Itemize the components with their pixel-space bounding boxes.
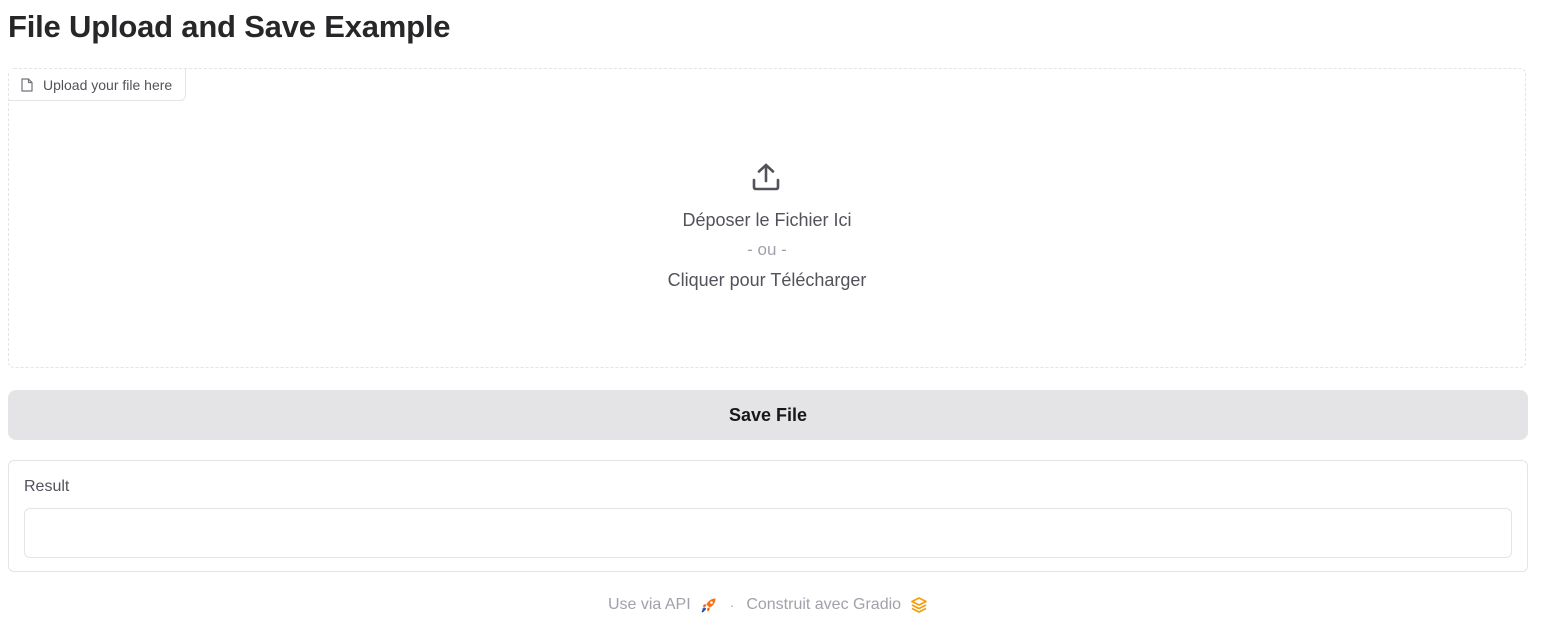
- file-icon: [21, 77, 33, 92]
- result-block: Result: [8, 460, 1528, 572]
- page-title: File Upload and Save Example: [8, 9, 451, 44]
- gradio-logo-icon: [910, 596, 928, 614]
- save-file-button[interactable]: Save File: [8, 390, 1528, 440]
- upload-label-badge: Upload your file here: [9, 69, 187, 101]
- result-label: Result: [24, 478, 70, 495]
- footer: Use via API · Construit avec Gradio: [0, 594, 1536, 616]
- built-with-gradio-text: Construit avec Gradio: [746, 596, 902, 613]
- click-to-upload-text[interactable]: Cliquer pour Télécharger: [9, 268, 1525, 292]
- use-via-api-text: Use via API: [607, 596, 691, 613]
- upload-label-text: Upload your file here: [43, 76, 173, 93]
- file-upload-block: Upload your file here Déposer le Fichier…: [8, 68, 1526, 368]
- drop-file-text: Déposer le Fichier Ici: [682, 210, 852, 230]
- footer-separator: ·: [729, 597, 735, 613]
- built-with-gradio-link[interactable]: Construit avec Gradio: [746, 594, 928, 616]
- use-via-api-link[interactable]: Use via API: [608, 594, 718, 616]
- upload-icon: [750, 161, 782, 193]
- app-root: File Upload and Save Example Upload your…: [0, 0, 1552, 628]
- or-separator-text: - ou -: [747, 240, 787, 259]
- rocket-icon: [700, 596, 718, 614]
- result-field[interactable]: [24, 508, 1512, 558]
